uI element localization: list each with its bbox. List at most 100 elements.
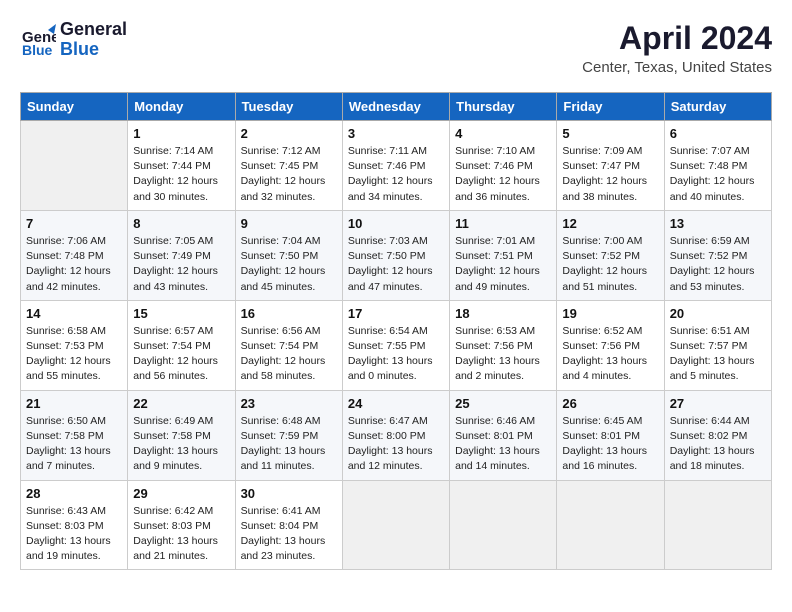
calendar-day-cell <box>557 480 664 570</box>
day-info: Sunrise: 6:49 AM Sunset: 7:58 PM Dayligh… <box>133 414 229 475</box>
day-info: Sunrise: 6:44 AM Sunset: 8:02 PM Dayligh… <box>670 414 766 475</box>
day-info: Sunrise: 7:03 AM Sunset: 7:50 PM Dayligh… <box>348 234 444 295</box>
calendar-day-cell: 2 Sunrise: 7:12 AM Sunset: 7:45 PM Daylig… <box>235 121 342 211</box>
day-info: Sunrise: 6:51 AM Sunset: 7:57 PM Dayligh… <box>670 324 766 385</box>
day-number: 16 <box>241 306 337 321</box>
calendar-day-cell: 22 Sunrise: 6:49 AM Sunset: 7:58 PM Dayli… <box>128 390 235 480</box>
calendar-day-cell: 18 Sunrise: 6:53 AM Sunset: 7:56 PM Dayli… <box>450 300 557 390</box>
calendar-week-row: 14 Sunrise: 6:58 AM Sunset: 7:53 PM Dayli… <box>21 300 772 390</box>
calendar-day-cell: 27 Sunrise: 6:44 AM Sunset: 8:02 PM Dayli… <box>664 390 771 480</box>
day-info: Sunrise: 6:58 AM Sunset: 7:53 PM Dayligh… <box>26 324 122 385</box>
calendar-day-cell: 1Sunrise: 7:14 AM Sunset: 7:44 PM Daylig… <box>128 121 235 211</box>
calendar-day-cell: 28Sunrise: 6:43 AM Sunset: 8:03 PM Dayli… <box>21 480 128 570</box>
day-number: 13 <box>670 216 766 231</box>
calendar-title: April 2024 <box>582 20 772 57</box>
calendar-day-cell: 5 Sunrise: 7:09 AM Sunset: 7:47 PM Daylig… <box>557 121 664 211</box>
calendar-week-row: 7Sunrise: 7:06 AM Sunset: 7:48 PM Daylig… <box>21 210 772 300</box>
header: General Blue General Blue April 2024 Cen… <box>20 20 772 76</box>
day-number: 9 <box>241 216 337 231</box>
day-number: 6 <box>670 126 766 141</box>
day-info: Sunrise: 6:56 AM Sunset: 7:54 PM Dayligh… <box>241 324 337 385</box>
calendar-day-cell: 30 Sunrise: 6:41 AM Sunset: 8:04 PM Dayli… <box>235 480 342 570</box>
calendar-day-cell: 26 Sunrise: 6:45 AM Sunset: 8:01 PM Dayli… <box>557 390 664 480</box>
calendar-day-cell: 29 Sunrise: 6:42 AM Sunset: 8:03 PM Dayli… <box>128 480 235 570</box>
weekday-header: Thursday <box>450 93 557 121</box>
calendar-day-cell: 15Sunrise: 6:57 AM Sunset: 7:54 PM Dayli… <box>128 300 235 390</box>
calendar-day-cell: 9 Sunrise: 7:04 AM Sunset: 7:50 PM Daylig… <box>235 210 342 300</box>
day-info: Sunrise: 7:11 AM Sunset: 7:46 PM Dayligh… <box>348 144 444 205</box>
calendar-day-cell: 14 Sunrise: 6:58 AM Sunset: 7:53 PM Dayli… <box>21 300 128 390</box>
day-info: Sunrise: 6:52 AM Sunset: 7:56 PM Dayligh… <box>562 324 658 385</box>
day-info: Sunrise: 7:05 AM Sunset: 7:49 PM Dayligh… <box>133 234 229 295</box>
day-number: 10 <box>348 216 444 231</box>
logo-icon: General Blue <box>20 22 56 58</box>
day-info: Sunrise: 6:45 AM Sunset: 8:01 PM Dayligh… <box>562 414 658 475</box>
calendar-day-cell <box>21 121 128 211</box>
day-number: 2 <box>241 126 337 141</box>
day-info: Sunrise: 7:00 AM Sunset: 7:52 PM Dayligh… <box>562 234 658 295</box>
calendar-day-cell: 7Sunrise: 7:06 AM Sunset: 7:48 PM Daylig… <box>21 210 128 300</box>
calendar-day-cell: 23 Sunrise: 6:48 AM Sunset: 7:59 PM Dayli… <box>235 390 342 480</box>
calendar-week-row: 1Sunrise: 7:14 AM Sunset: 7:44 PM Daylig… <box>21 121 772 211</box>
day-info: Sunrise: 6:42 AM Sunset: 8:03 PM Dayligh… <box>133 504 229 565</box>
day-number: 23 <box>241 396 337 411</box>
calendar-day-cell: 4Sunrise: 7:10 AM Sunset: 7:46 PM Daylig… <box>450 121 557 211</box>
day-number: 26 <box>562 396 658 411</box>
day-number: 29 <box>133 486 229 501</box>
calendar-day-cell <box>664 480 771 570</box>
day-info: Sunrise: 7:06 AM Sunset: 7:48 PM Dayligh… <box>26 234 122 295</box>
weekday-header: Saturday <box>664 93 771 121</box>
day-info: Sunrise: 6:46 AM Sunset: 8:01 PM Dayligh… <box>455 414 551 475</box>
day-info: Sunrise: 7:09 AM Sunset: 7:47 PM Dayligh… <box>562 144 658 205</box>
day-info: Sunrise: 6:53 AM Sunset: 7:56 PM Dayligh… <box>455 324 551 385</box>
logo-general: General <box>60 20 127 40</box>
calendar-day-cell: 3 Sunrise: 7:11 AM Sunset: 7:46 PM Daylig… <box>342 121 449 211</box>
calendar-table: SundayMondayTuesdayWednesdayThursdayFrid… <box>20 92 772 570</box>
day-info: Sunrise: 6:47 AM Sunset: 8:00 PM Dayligh… <box>348 414 444 475</box>
day-number: 27 <box>670 396 766 411</box>
logo: General Blue General Blue <box>20 20 127 60</box>
calendar-day-cell: 8Sunrise: 7:05 AM Sunset: 7:49 PM Daylig… <box>128 210 235 300</box>
calendar-day-cell <box>342 480 449 570</box>
weekday-header-row: SundayMondayTuesdayWednesdayThursdayFrid… <box>21 93 772 121</box>
day-number: 25 <box>455 396 551 411</box>
weekday-header: Friday <box>557 93 664 121</box>
weekday-header: Wednesday <box>342 93 449 121</box>
day-info: Sunrise: 7:04 AM Sunset: 7:50 PM Dayligh… <box>241 234 337 295</box>
calendar-day-cell: 11Sunrise: 7:01 AM Sunset: 7:51 PM Dayli… <box>450 210 557 300</box>
day-info: Sunrise: 6:48 AM Sunset: 7:59 PM Dayligh… <box>241 414 337 475</box>
day-info: Sunrise: 6:59 AM Sunset: 7:52 PM Dayligh… <box>670 234 766 295</box>
calendar-day-cell: 17 Sunrise: 6:54 AM Sunset: 7:55 PM Dayli… <box>342 300 449 390</box>
day-number: 24 <box>348 396 444 411</box>
day-number: 19 <box>562 306 658 321</box>
day-info: Sunrise: 7:07 AM Sunset: 7:48 PM Dayligh… <box>670 144 766 205</box>
calendar-day-cell <box>450 480 557 570</box>
svg-text:Blue: Blue <box>22 42 53 58</box>
day-number: 5 <box>562 126 658 141</box>
calendar-day-cell: 19 Sunrise: 6:52 AM Sunset: 7:56 PM Dayli… <box>557 300 664 390</box>
title-block: April 2024 Center, Texas, United States <box>582 20 772 76</box>
day-number: 17 <box>348 306 444 321</box>
weekday-header: Sunday <box>21 93 128 121</box>
calendar-day-cell: 25 Sunrise: 6:46 AM Sunset: 8:01 PM Dayli… <box>450 390 557 480</box>
day-info: Sunrise: 6:43 AM Sunset: 8:03 PM Dayligh… <box>26 504 122 565</box>
day-number: 18 <box>455 306 551 321</box>
day-number: 11 <box>455 216 551 231</box>
day-info: Sunrise: 6:54 AM Sunset: 7:55 PM Dayligh… <box>348 324 444 385</box>
day-number: 22 <box>133 396 229 411</box>
day-info: Sunrise: 6:50 AM Sunset: 7:58 PM Dayligh… <box>26 414 122 475</box>
calendar-week-row: 21Sunrise: 6:50 AM Sunset: 7:58 PM Dayli… <box>21 390 772 480</box>
day-number: 20 <box>670 306 766 321</box>
calendar-day-cell: 6 Sunrise: 7:07 AM Sunset: 7:48 PM Daylig… <box>664 121 771 211</box>
day-info: Sunrise: 7:14 AM Sunset: 7:44 PM Dayligh… <box>133 144 229 205</box>
day-number: 14 <box>26 306 122 321</box>
weekday-header: Tuesday <box>235 93 342 121</box>
day-info: Sunrise: 7:12 AM Sunset: 7:45 PM Dayligh… <box>241 144 337 205</box>
day-info: Sunrise: 6:41 AM Sunset: 8:04 PM Dayligh… <box>241 504 337 565</box>
calendar-day-cell: 10 Sunrise: 7:03 AM Sunset: 7:50 PM Dayli… <box>342 210 449 300</box>
calendar-subtitle: Center, Texas, United States <box>582 59 772 76</box>
day-number: 3 <box>348 126 444 141</box>
calendar-week-row: 28Sunrise: 6:43 AM Sunset: 8:03 PM Dayli… <box>21 480 772 570</box>
calendar-day-cell: 16 Sunrise: 6:56 AM Sunset: 7:54 PM Dayli… <box>235 300 342 390</box>
day-number: 30 <box>241 486 337 501</box>
